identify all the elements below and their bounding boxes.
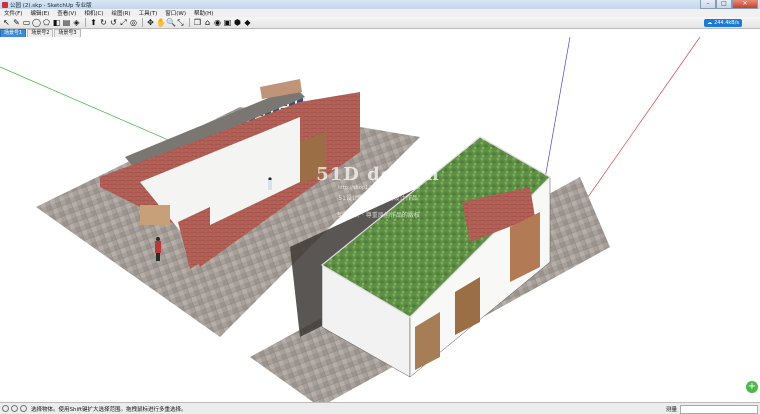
watermark-logo: 51D design	[316, 164, 440, 185]
window-controls: – □ ✕	[700, 0, 758, 9]
push-pull-icon[interactable]: ⬆	[89, 18, 98, 27]
status-hint: 选择物体。使用Shift键扩大选择范围。拖拽鼠标进行多重选择。	[31, 406, 187, 413]
cloud-icon: ☁	[707, 20, 713, 26]
watermark-url: http://shop127113...taobao.com	[337, 185, 419, 191]
toolbar-separator	[142, 18, 143, 27]
follow-me-icon[interactable]: ↺	[109, 18, 118, 27]
tab-scene-3[interactable]: 场景号3	[54, 29, 81, 37]
status-bar: 选择物体。使用Shift键扩大选择范围。拖拽鼠标进行多重选择。 测量	[0, 402, 760, 414]
minimize-button[interactable]: –	[700, 0, 716, 9]
polygon-icon[interactable]: ⬠	[42, 18, 51, 27]
eraser-icon[interactable]: ◧	[52, 18, 61, 27]
measurements-input[interactable]	[680, 405, 758, 414]
maximize-button[interactable]: □	[716, 0, 732, 9]
menu-window[interactable]: 窗口(W)	[161, 9, 190, 17]
paint-bucket-icon[interactable]: ◈	[72, 18, 81, 27]
network-speed-badge: ☁ 244.4kB/s	[704, 19, 742, 27]
tab-scene-1[interactable]: 场景号1	[0, 29, 27, 37]
status-icons	[2, 405, 27, 412]
credits-icon[interactable]	[11, 405, 18, 412]
zoom-icon[interactable]: 🔍	[166, 18, 176, 27]
main-toolbar: ↖ ✎ ▭ ◯ ⬠ ◧ ▤ ◈ ⬆ ↻ ↺ ⤢ ◎ ✥ ✋ 🔍 ⤡ ❒ ⌂ ◉ ▣ ⬢ ◆	[0, 17, 760, 29]
add-button[interactable]: +	[746, 381, 758, 393]
network-speed-text: 244.4kB/s	[714, 20, 739, 26]
person-figure-legs	[156, 253, 160, 261]
left-building-sign	[140, 205, 170, 225]
menu-edit[interactable]: 编辑(E)	[26, 9, 53, 17]
close-button[interactable]: ✕	[732, 0, 758, 9]
watermark-line2: 专有设计 · 尊重原创作品的版权	[336, 212, 420, 219]
watermark-line1: 51设计网 · 出售原创设计作品	[338, 195, 418, 202]
menu-file[interactable]: 文件(F)	[0, 9, 26, 17]
toolbar-separator	[189, 18, 190, 27]
menu-tools[interactable]: 工具(T)	[135, 9, 162, 17]
pan-icon[interactable]: ✋	[156, 18, 166, 27]
scale-icon[interactable]: ⤢	[119, 18, 128, 27]
circle-icon[interactable]: ◯	[32, 18, 41, 27]
model-viewport[interactable]: 51D design http://shop127113...taobao.co…	[0, 37, 760, 402]
orbit-icon[interactable]: ✥	[146, 18, 155, 27]
geo-icon[interactable]	[2, 405, 9, 412]
photo-textures-icon[interactable]: ▣	[223, 18, 232, 27]
components-icon[interactable]: ❒	[193, 18, 202, 27]
rectangle-icon[interactable]: ▭	[22, 18, 31, 27]
geo-location-icon[interactable]: ◉	[213, 18, 222, 27]
watermark: 51D design http://shop127113...taobao.co…	[313, 164, 443, 244]
extension-icon[interactable]: ⬢	[233, 18, 242, 27]
zoom-extents-icon[interactable]: ⤡	[176, 18, 185, 27]
window-title: 公园 (2).skp - SketchUp 专业版	[10, 2, 92, 9]
model-info-icon[interactable]: ◆	[243, 18, 252, 27]
menu-camera[interactable]: 相机(C)	[80, 9, 107, 17]
select-icon[interactable]: ↖	[2, 18, 11, 27]
person-figure-head	[156, 237, 160, 241]
rotate-icon[interactable]: ↻	[99, 18, 108, 27]
pencil-icon[interactable]: ✎	[12, 18, 21, 27]
toolbar-separator	[85, 18, 86, 27]
offset-icon[interactable]: ◎	[129, 18, 138, 27]
tape-icon[interactable]: ▤	[62, 18, 71, 27]
warehouse-icon[interactable]: ⌂	[203, 18, 212, 27]
measurements-label: 测量	[666, 407, 678, 413]
person-figure-body	[155, 241, 161, 253]
menu-view[interactable]: 查看(V)	[53, 9, 80, 17]
tab-scene-2[interactable]: 场景号2	[27, 29, 54, 37]
menu-draw[interactable]: 绘图(R)	[107, 9, 134, 17]
help-icon[interactable]	[20, 405, 27, 412]
person-figure-2-body	[268, 180, 272, 190]
menu-help[interactable]: 帮助(H)	[190, 9, 217, 17]
sketchup-icon	[2, 1, 8, 8]
scene-tabs: 场景号1 场景号2 场景号3	[0, 29, 82, 37]
